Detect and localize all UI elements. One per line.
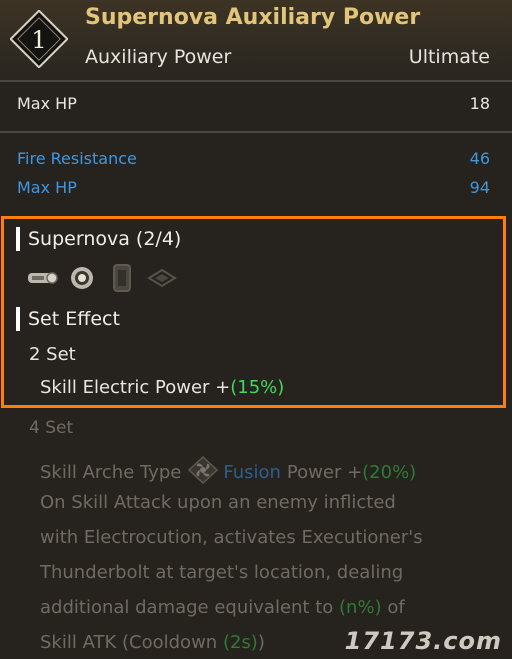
sub-stat-value: 94 [469,178,490,197]
arche-suffix: Power + [286,462,363,483]
divider [0,131,512,133]
arche-name: Fusion [223,462,281,483]
desc-text: ) [257,632,265,653]
four-set-desc-line: Skill ATK (Cooldown (2s)) [40,632,265,653]
two-set-effect: Skill Electric Power +(15%) [40,377,284,398]
set-name: Supernova (2/4) [28,228,182,250]
set-effect-label: Set Effect [28,308,120,330]
arche-prefix: Skill Arche Type [40,462,182,483]
two-set-effect-text: Skill Electric Power + [40,377,231,398]
sub-stat-row: Fire Resistance 46 [17,149,490,168]
sub-stat-label: Fire Resistance [17,149,137,168]
core-piece-icon [26,266,58,290]
two-set-effect-value: (15%) [230,377,285,398]
sub-stat-row: Max HP 94 [17,178,490,197]
four-set-desc-line: Thunderbolt at target's location, dealin… [40,562,404,583]
auxiliary-power-piece-icon [66,266,98,290]
base-stat-label: Max HP [17,94,77,113]
heading-bar [16,307,20,331]
item-category: Ultimate [408,46,490,68]
set-name-heading: Supernova (2/4) [16,226,181,252]
four-set-desc-line: additional damage equivalent to (n%) of [40,597,405,618]
memory-piece-icon [146,266,178,290]
item-header: 1 Supernova Auxiliary Power Auxiliary Po… [0,0,512,80]
four-set-label: 4 Set [29,418,74,438]
set-effect-heading: Set Effect [16,306,120,332]
base-stat-value: 18 [469,94,490,113]
desc-text: Skill ATK (Cooldown [40,632,218,653]
heading-bar [16,227,20,251]
four-set-desc-line: On Skill Attack upon an enemy inflicted [40,492,396,513]
four-set-desc-line: with Electrocution, activates Executione… [40,527,423,548]
sub-stat-label: Max HP [17,178,77,197]
watermark: 17173.com [344,627,502,655]
divider [0,80,512,82]
four-set-arche-line: Skill Arche Type Fusion Power + (20%) [40,455,417,489]
arche-value: (20%) [362,462,417,483]
set-piece-icons [26,264,178,292]
two-set-label: 2 Set [29,344,76,365]
sub-stat-value: 46 [469,149,490,168]
desc-value: (n%) [339,597,382,618]
desc-text: additional damage equivalent to [40,597,334,618]
rank-number: 1 [31,26,46,54]
fusion-icon [188,455,219,489]
base-stat-row: Max HP 18 [17,94,490,113]
sensor-piece-icon [106,264,138,292]
desc-value: (2s) [222,632,258,653]
desc-text: of [387,597,405,618]
item-title: Supernova Auxiliary Power [85,5,421,30]
rank-diamond-icon: 1 [10,10,68,68]
item-type: Auxiliary Power [85,46,232,68]
